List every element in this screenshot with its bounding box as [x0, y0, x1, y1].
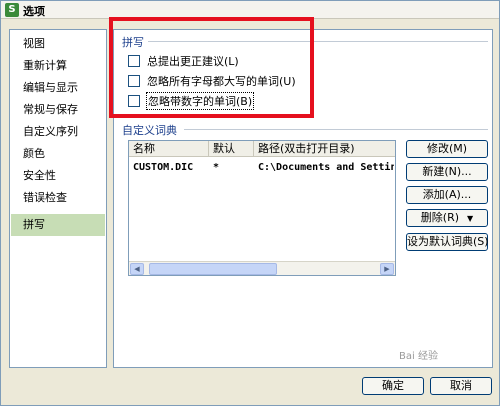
new-dictionary-button[interactable]: 新建(N)... [406, 163, 488, 181]
sidebar-item-edit-display[interactable]: 编辑与显示 [11, 77, 105, 99]
always-suggest-checkbox[interactable] [128, 55, 140, 67]
ignore-numbers-checkbox[interactable] [128, 95, 140, 107]
dictionary-list-header: 名称 默认 路径(双击打开目录) [129, 141, 395, 157]
dictionary-name-cell: CUSTOM.DIC [133, 162, 194, 173]
title-bar[interactable]: S 选项 [1, 1, 499, 19]
sidebar-item-recalculate[interactable]: 重新计算 [11, 55, 105, 77]
sidebar-item-security[interactable]: 安全性 [11, 165, 105, 187]
sidebar-item-error-checking[interactable]: 错误检查 [11, 187, 105, 209]
delete-dictionary-button[interactable]: 删除(R) ▼ [406, 209, 488, 227]
delete-button-label: 删除(R) [420, 211, 460, 224]
column-header-default[interactable]: 默认 [209, 141, 254, 157]
ignore-uppercase-label[interactable]: 忽略所有字母都大写的单词(U) [147, 73, 296, 89]
modify-button[interactable]: 修改(M) [406, 140, 488, 158]
options-dialog: S 选项 视图 重新计算 编辑与显示 常规与保存 自定义序列 颜色 安全性 错误… [0, 0, 500, 406]
wps-app-icon: S [5, 3, 19, 17]
dialog-title: 选项 [23, 5, 45, 18]
sidebar-item-color[interactable]: 颜色 [11, 143, 105, 165]
scrollbar-thumb[interactable] [149, 263, 277, 275]
column-header-name[interactable]: 名称 [129, 141, 209, 157]
sidebar-item-custom-lists[interactable]: 自定义序列 [11, 121, 105, 143]
ignore-numbers-label[interactable]: 忽略带数字的单词(B) [145, 92, 255, 110]
spelling-group-label: 拼写 [120, 34, 146, 50]
horizontal-scrollbar[interactable]: ◀ ▶ [129, 261, 395, 275]
cancel-button[interactable]: 取消 [430, 377, 492, 395]
scroll-left-icon[interactable]: ◀ [130, 263, 144, 275]
dropdown-arrow-icon: ▼ [467, 214, 474, 223]
always-suggest-label[interactable]: 总提出更正建议(L) [147, 53, 239, 69]
dictionary-group-label: 自定义词典 [120, 122, 179, 138]
dictionary-default-cell: * [213, 162, 220, 173]
ignore-uppercase-checkbox[interactable] [128, 75, 140, 87]
custom-dictionary-list[interactable]: 名称 默认 路径(双击打开目录) CUSTOM.DIC * C:\Documen… [128, 140, 396, 276]
set-default-dictionary-button[interactable]: 设为默认词典(S) [406, 233, 489, 251]
sidebar-item-view[interactable]: 视图 [11, 33, 105, 55]
scroll-right-icon[interactable]: ▶ [380, 263, 394, 275]
spelling-group-divider [148, 41, 488, 42]
sidebar-item-general-save[interactable]: 常规与保存 [11, 99, 105, 121]
ok-button[interactable]: 确定 [362, 377, 424, 395]
dictionary-path-cell: C:\Documents and Settings [258, 162, 394, 173]
column-header-path[interactable]: 路径(双击打开目录) [254, 141, 395, 157]
sidebar-item-spelling[interactable]: 拼写 [11, 214, 105, 236]
spelling-settings-panel: 拼写 总提出更正建议(L) 忽略所有字母都大写的单词(U) 忽略带数字的单词(B… [113, 29, 493, 368]
option-ignore-numbers[interactable]: 忽略带数字的单词(B) [128, 92, 255, 110]
watermark-logo: Bai 经验 [399, 351, 438, 362]
options-category-list: 视图 重新计算 编辑与显示 常规与保存 自定义序列 颜色 安全性 错误检查 拼写 [9, 29, 107, 368]
option-always-suggest[interactable]: 总提出更正建议(L) [128, 53, 239, 69]
dictionary-group-divider [184, 129, 488, 130]
option-ignore-uppercase[interactable]: 忽略所有字母都大写的单词(U) [128, 73, 296, 89]
add-dictionary-button[interactable]: 添加(A)... [406, 186, 488, 204]
